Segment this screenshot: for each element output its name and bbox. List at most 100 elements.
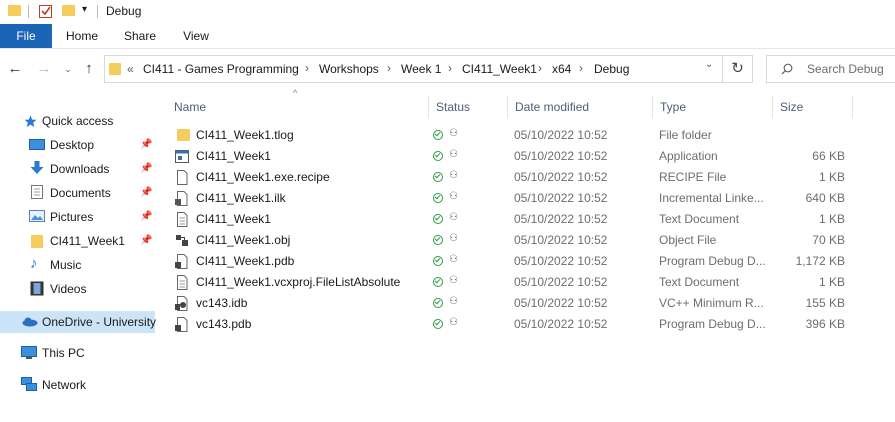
- file-type: Program Debug D...: [659, 317, 766, 331]
- nav-label: Quick access: [42, 114, 114, 128]
- breadcrumb-overflow[interactable]: «: [127, 62, 134, 76]
- sync-ok-icon: [433, 172, 443, 182]
- file-type: RECIPE File: [659, 170, 727, 184]
- tab-file[interactable]: File: [0, 24, 52, 48]
- linker-file-icon: [175, 191, 188, 206]
- desktop-icon: [29, 139, 45, 150]
- sync-ok-icon: [433, 256, 443, 266]
- nav-network[interactable]: Network: [0, 374, 155, 396]
- column-size[interactable]: Size: [772, 96, 852, 118]
- breadcrumb-workshops[interactable]: Workshops: [319, 62, 379, 76]
- nav-this-pc[interactable]: This PC: [0, 342, 155, 364]
- sync-ok-icon: [433, 151, 443, 161]
- shared-person-icon: ⚇: [449, 128, 458, 139]
- pin-icon[interactable]: 📌: [140, 235, 152, 246]
- folder-icon: [109, 63, 121, 75]
- text-document-icon: [177, 275, 188, 290]
- file-date: 05/10/2022 10:52: [514, 296, 608, 310]
- table-row[interactable]: vc143.idb ⚇ 05/10/2022 10:52 VC++ Minimu…: [166, 293, 895, 314]
- debug-database-icon: [175, 254, 188, 269]
- nav-label: Network: [42, 378, 87, 392]
- download-arrow-icon: [30, 161, 44, 174]
- column-name[interactable]: Name: [166, 96, 428, 118]
- recent-locations-chevron-icon[interactable]: ⌄: [58, 59, 78, 79]
- file-type: Incremental Linke...: [659, 191, 764, 205]
- file-type: Object File: [659, 233, 717, 247]
- pin-icon[interactable]: 📌: [140, 139, 152, 150]
- back-arrow-icon[interactable]: ←: [5, 59, 25, 79]
- nav-label: Music: [50, 258, 82, 272]
- pin-icon[interactable]: 📌: [140, 163, 152, 174]
- chevron-right-icon[interactable]: ›: [579, 61, 583, 75]
- vc-idb-icon: [175, 296, 188, 311]
- cloud-icon: [22, 317, 38, 327]
- breadcrumb-week1[interactable]: Week 1: [401, 62, 441, 76]
- shared-person-icon: ⚇: [449, 191, 458, 202]
- chevron-down-icon[interactable]: ⌄: [705, 59, 713, 70]
- table-row[interactable]: CI411_Week1.exe.recipe ⚇ 05/10/2022 10:5…: [166, 167, 895, 188]
- file-name: CI411_Week1.tlog: [196, 128, 294, 142]
- table-row[interactable]: CI411_Week1.ilk ⚇ 05/10/2022 10:52 Incre…: [166, 188, 895, 209]
- breadcrumb-debug[interactable]: Debug: [594, 62, 629, 76]
- file-name: CI411_Week1.vcxproj.FileListAbsolute: [196, 275, 401, 289]
- ribbon-tabs: File Home Share View: [0, 24, 895, 49]
- nav-documents[interactable]: Documents 📌: [0, 182, 155, 204]
- file-date: 05/10/2022 10:52: [514, 212, 608, 226]
- object-file-icon: [176, 235, 188, 246]
- customize-toolbar-icon[interactable]: ▾: [82, 4, 87, 15]
- tab-view[interactable]: View: [172, 24, 220, 48]
- column-type[interactable]: Type: [652, 96, 772, 118]
- nav-downloads[interactable]: Downloads 📌: [0, 158, 155, 180]
- nav-music[interactable]: ♪ Music: [0, 254, 155, 276]
- folder-icon: [31, 235, 43, 248]
- file-date: 05/10/2022 10:52: [514, 170, 608, 184]
- up-arrow-icon[interactable]: ↑: [79, 59, 99, 79]
- table-row[interactable]: CI411_Week1 ⚇ 05/10/2022 10:52 Applicati…: [166, 146, 895, 167]
- shared-person-icon: ⚇: [449, 296, 458, 307]
- nav-videos[interactable]: Videos: [0, 278, 155, 300]
- search-input[interactable]: Search Debug: [766, 55, 895, 83]
- title-bar: ▾ Debug: [0, 0, 895, 24]
- nav-desktop[interactable]: Desktop 📌: [0, 134, 155, 156]
- network-icon: [21, 377, 37, 391]
- table-row[interactable]: CI411_Week1.tlog ⚇ 05/10/2022 10:52 File…: [166, 125, 895, 146]
- file-type: Program Debug D...: [659, 254, 766, 268]
- forward-arrow-icon[interactable]: →: [34, 59, 54, 79]
- file-date: 05/10/2022 10:52: [514, 128, 608, 142]
- address-bar[interactable]: « CI411 - Games Programming › Workshops …: [104, 55, 723, 83]
- chevron-right-icon[interactable]: ›: [305, 61, 309, 75]
- shared-person-icon: ⚇: [449, 212, 458, 223]
- file-name: CI411_Week1.exe.recipe: [196, 170, 330, 184]
- column-date-modified[interactable]: Date modified: [507, 96, 652, 118]
- breadcrumb-games-programming[interactable]: CI411 - Games Programming: [143, 62, 299, 76]
- pin-icon[interactable]: 📌: [140, 187, 152, 198]
- column-divider[interactable]: [852, 96, 853, 118]
- refresh-icon[interactable]: ↻: [723, 55, 753, 83]
- sync-ok-icon: [433, 214, 443, 224]
- breadcrumb-x64[interactable]: x64: [552, 62, 571, 76]
- sync-ok-icon: [433, 193, 443, 203]
- nav-onedrive[interactable]: OneDrive - University: [0, 311, 156, 333]
- shared-person-icon: ⚇: [449, 149, 458, 160]
- breadcrumb-ci411-week1[interactable]: CI411_Week1: [462, 62, 537, 76]
- chevron-right-icon[interactable]: ›: [538, 61, 542, 75]
- file-size: 396 KB: [805, 317, 845, 331]
- nav-ci411-week1[interactable]: CI411_Week1 📌: [0, 230, 155, 252]
- chevron-right-icon[interactable]: ›: [448, 61, 452, 75]
- chevron-right-icon[interactable]: ›: [387, 61, 391, 75]
- pin-icon[interactable]: 📌: [140, 211, 152, 222]
- tab-share[interactable]: Share: [116, 24, 164, 48]
- new-folder-icon[interactable]: [62, 5, 75, 16]
- column-status[interactable]: Status: [428, 96, 507, 118]
- file-size: 66 KB: [812, 149, 845, 163]
- table-row[interactable]: CI411_Week1.vcxproj.FileListAbsolute ⚇ 0…: [166, 272, 895, 293]
- table-row[interactable]: CI411_Week1.obj ⚇ 05/10/2022 10:52 Objec…: [166, 230, 895, 251]
- properties-icon[interactable]: [38, 3, 54, 19]
- debug-database-icon: [175, 317, 188, 332]
- tab-home[interactable]: Home: [58, 24, 106, 48]
- table-row[interactable]: CI411_Week1.pdb ⚇ 05/10/2022 10:52 Progr…: [166, 251, 895, 272]
- nav-quick-access[interactable]: Quick access: [0, 110, 155, 132]
- table-row[interactable]: vc143.pdb ⚇ 05/10/2022 10:52 Program Deb…: [166, 314, 895, 335]
- nav-pictures[interactable]: Pictures 📌: [0, 206, 155, 228]
- table-row[interactable]: CI411_Week1 ⚇ 05/10/2022 10:52 Text Docu…: [166, 209, 895, 230]
